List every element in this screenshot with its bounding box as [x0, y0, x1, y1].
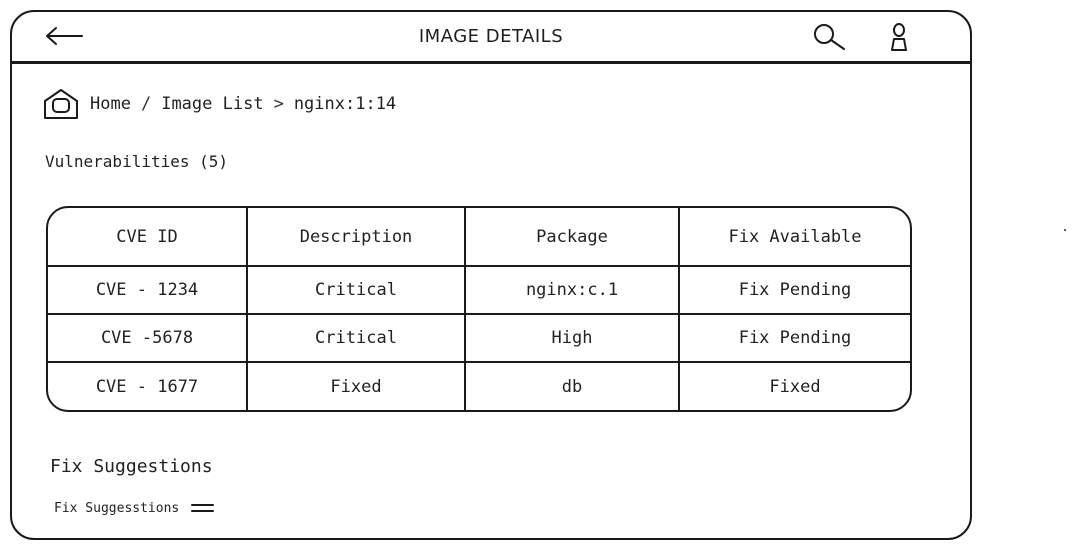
page-title: IMAGE DETAILS [418, 26, 564, 47]
cell-cve-id: CVE -5678 [48, 314, 248, 363]
cell-cve-id: CVE - 1677 [48, 362, 248, 410]
breadcrumb: Home / Image List > nginx:1:14 [42, 84, 396, 124]
back-button[interactable] [42, 24, 86, 48]
breadcrumb-separator: > [273, 94, 284, 114]
app-frame: IMAGE DETAILS Home / Image List > nginx:… [10, 10, 972, 540]
user-button[interactable] [886, 22, 912, 54]
home-icon[interactable] [42, 87, 80, 121]
cell-fix-available: Fixed [769, 376, 821, 397]
vulnerabilities-table-container: CVE ID Description Package Fix Available… [46, 206, 912, 412]
table-header-row: CVE ID Description Package Fix Available [48, 208, 910, 267]
stray-dot [1064, 229, 1066, 231]
fix-suggestions-label: Fix Suggesstions [54, 500, 180, 516]
cell-fix-available: Fix Pending [679, 314, 910, 363]
cell-package: nginx:c.1 [465, 266, 680, 315]
cell-package: db [465, 362, 680, 410]
breadcrumb-home[interactable]: Home [90, 94, 131, 114]
menu-icon[interactable] [191, 500, 215, 516]
cell-description: Critical [247, 314, 466, 363]
search-icon [814, 24, 845, 50]
column-header-description: Description [247, 208, 466, 267]
column-header-cve-id: CVE ID [48, 208, 248, 267]
user-icon [891, 23, 907, 51]
table-row[interactable]: CVE - 1677 Fixed db Fixed [48, 362, 910, 410]
table-row[interactable]: CVE - 1234 Critical nginx:c.1 Fix Pendin… [48, 266, 910, 315]
breadcrumb-current: nginx:1:14 [293, 94, 397, 114]
cell-fix-available: Fix Pending [679, 266, 910, 315]
breadcrumb-separator: / [140, 94, 152, 114]
cell-package: High [465, 314, 680, 363]
fix-suggestions-row: Fix Suggesstions [54, 500, 215, 516]
cell-cve-id: CVE - 1234 [48, 266, 248, 315]
fix-suggestions-title: Fix Suggestions [50, 456, 213, 477]
table-row[interactable]: CVE -5678 Critical High Fix Pending [48, 314, 910, 363]
column-header-fix-available: Fix Available [679, 208, 910, 267]
vulnerabilities-title: Vulnerabilities (5) [45, 152, 229, 171]
app-header: IMAGE DETAILS [12, 12, 970, 64]
vulnerabilities-table: CVE ID Description Package Fix Available… [48, 208, 910, 410]
arrow-left-icon [46, 27, 83, 45]
search-button[interactable] [810, 22, 850, 52]
breadcrumb-image-list[interactable]: Image List [161, 94, 263, 114]
cell-description: Critical [247, 266, 466, 315]
cell-description: Fixed [247, 362, 466, 410]
column-header-package: Package [465, 208, 680, 267]
